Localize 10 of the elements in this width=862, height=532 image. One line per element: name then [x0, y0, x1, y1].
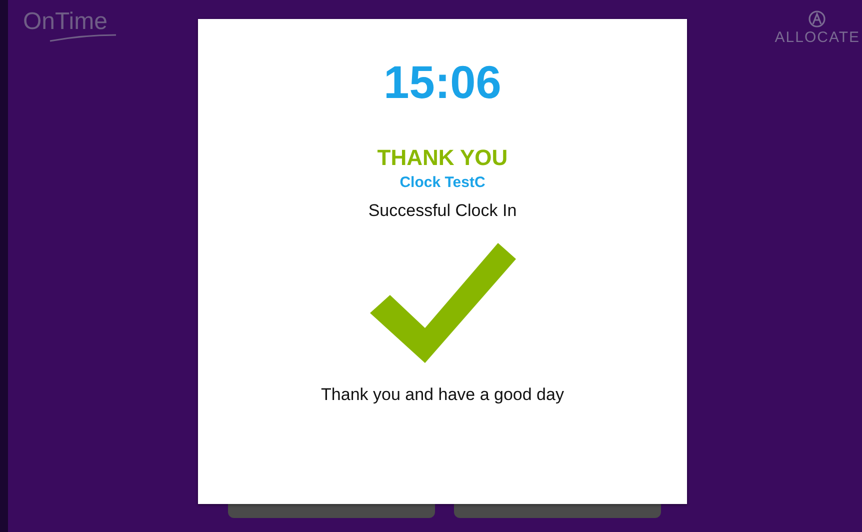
thank-you-heading: THANK YOU	[377, 145, 508, 171]
status-text: Successful Clock In	[368, 201, 517, 221]
allocate-logo: ALLOCATE	[774, 29, 860, 46]
employee-name: Clock TestC	[400, 174, 486, 191]
ontime-logo: OnTime	[23, 10, 108, 34]
logo-icon	[808, 10, 826, 28]
swoosh-icon	[48, 34, 118, 42]
farewell-message: Thank you and have a good day	[321, 385, 564, 405]
clock-time: 15:06	[384, 59, 502, 105]
checkmark-icon	[370, 243, 516, 363]
